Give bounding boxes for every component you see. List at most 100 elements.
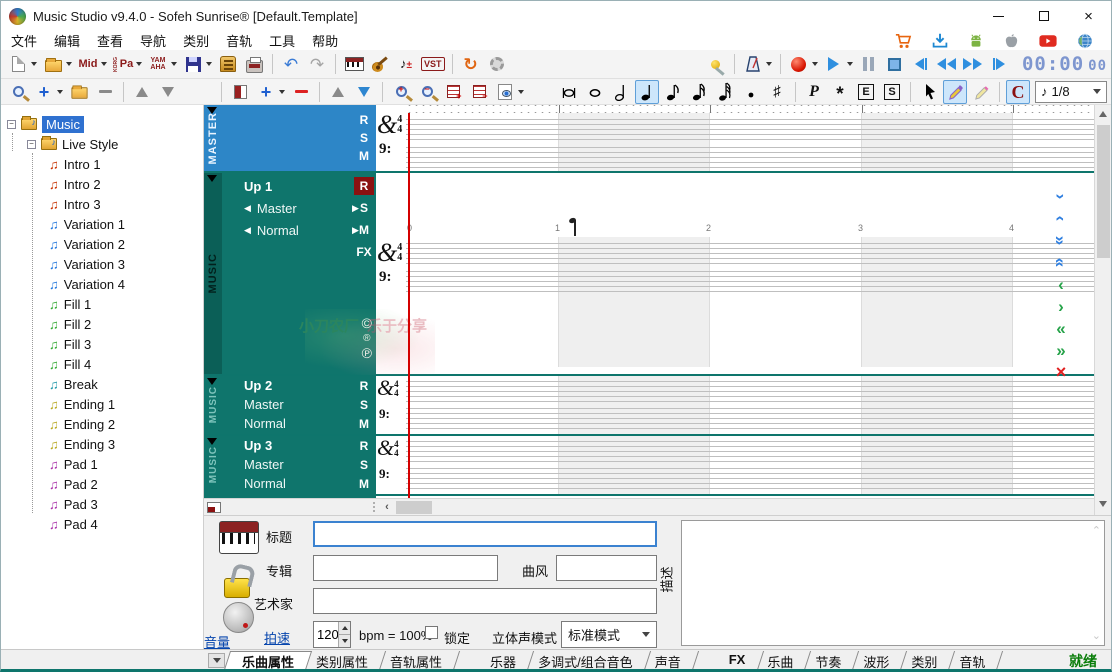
tempo-link[interactable]: 拍速 xyxy=(264,628,290,647)
add-category-button[interactable]: + xyxy=(32,80,56,104)
tab-track[interactable]: 音轨 xyxy=(948,650,996,670)
nav-top-button[interactable]: » xyxy=(1056,229,1065,251)
tree-item-variation-2[interactable]: ♫Variation 2 xyxy=(7,234,203,254)
menu-edit[interactable]: 编辑 xyxy=(54,31,80,50)
note-whole-button[interactable] xyxy=(583,80,607,104)
new-file-button[interactable] xyxy=(6,52,30,76)
up1-mute-button[interactable]: M xyxy=(354,221,374,239)
tree-item-intro-2[interactable]: ♫Intro 2 xyxy=(7,174,203,194)
master-track-header[interactable]: MASTER R S M xyxy=(204,105,376,171)
search-button[interactable] xyxy=(6,80,30,104)
note-half-button[interactable] xyxy=(609,80,633,104)
tempo-input[interactable] xyxy=(314,622,338,647)
up2-solo-button[interactable]: S xyxy=(354,396,374,414)
nav-start-button[interactable]: « xyxy=(1056,317,1065,339)
snap-magnet-button[interactable]: C xyxy=(1006,80,1030,104)
snap-value-combo[interactable]: ♪ 1/8 xyxy=(1035,81,1107,103)
mode-selector[interactable]: Normal xyxy=(244,416,286,431)
master-solo-button[interactable]: S xyxy=(354,129,374,147)
play-button[interactable] xyxy=(822,52,846,76)
menu-category[interactable]: 类别 xyxy=(183,31,209,50)
stereo-mode-combo[interactable]: 标准模式 xyxy=(561,621,657,648)
import-korg-button[interactable]: KORGPa xyxy=(111,52,135,76)
save-button[interactable] xyxy=(181,52,205,76)
arrow-left-icon[interactable]: ◀ xyxy=(244,203,251,214)
note-sixteenth-button[interactable] xyxy=(687,80,711,104)
tree-item-fill-3[interactable]: ♫Fill 3 xyxy=(7,334,203,354)
playhead[interactable] xyxy=(408,113,410,498)
stop-button[interactable] xyxy=(883,52,907,76)
import-korg-dropdown[interactable] xyxy=(136,62,142,66)
redo-button[interactable]: ↷ xyxy=(305,52,329,76)
tree-item-intro-1[interactable]: ♫Intro 1 xyxy=(7,154,203,174)
track-name[interactable]: Up 1 xyxy=(244,179,272,194)
keyboard-button[interactable] xyxy=(342,52,366,76)
collapse-icon[interactable]: − xyxy=(7,120,16,129)
scroll-thumb[interactable] xyxy=(1097,125,1110,258)
tree-item-variation-4[interactable]: ♫Variation 4 xyxy=(7,274,203,294)
apple-icon[interactable] xyxy=(1004,33,1019,49)
maximize-button[interactable] xyxy=(1021,1,1066,31)
nav-left-button[interactable]: ‹ xyxy=(1058,273,1064,295)
play-dropdown[interactable] xyxy=(847,62,853,66)
note-thirtysecond-button[interactable] xyxy=(713,80,737,104)
instrument-icon[interactable] xyxy=(219,521,259,554)
close-button[interactable]: × xyxy=(1066,1,1111,31)
tab-track-properties[interactable]: 音轨属性 xyxy=(379,650,453,670)
delete-button[interactable]: × xyxy=(1056,361,1067,383)
master-staff-zone[interactable] xyxy=(406,113,1096,171)
tab-category-properties[interactable]: 类别属性 xyxy=(305,650,379,670)
refresh-button[interactable]: ↻ xyxy=(459,52,483,76)
mode-selector[interactable]: ◀Normal▶ xyxy=(244,223,299,238)
up2-track-header[interactable]: MUSIC Up 2 Master Normal R S M xyxy=(204,376,376,434)
remove-track-button[interactable] xyxy=(289,80,313,104)
track-name[interactable]: Up 3 xyxy=(244,438,272,453)
android-icon[interactable] xyxy=(968,33,984,49)
volume-knob[interactable] xyxy=(223,602,254,633)
lock-checkbox[interactable] xyxy=(425,626,438,639)
nav-down-button[interactable]: ‹ xyxy=(1058,207,1064,229)
tree-item-ending-1[interactable]: ♫Ending 1 xyxy=(7,394,203,414)
up3-record-button[interactable]: R xyxy=(354,437,374,455)
new-file-dropdown[interactable] xyxy=(31,62,37,66)
save-dropdown[interactable] xyxy=(206,62,212,66)
import-midi-dropdown[interactable] xyxy=(101,62,107,66)
scroll-down-icon[interactable]: ⌄ xyxy=(1092,629,1101,642)
step-back-button[interactable] xyxy=(909,52,933,76)
tree-group-live-style[interactable]: − Live Style xyxy=(7,134,203,154)
scroll-left-arrow[interactable]: ‹ xyxy=(380,501,394,514)
note-quarter-button[interactable] xyxy=(635,80,659,104)
download-icon[interactable] xyxy=(932,33,948,49)
move-up-button[interactable] xyxy=(130,80,154,104)
record-button[interactable] xyxy=(787,52,811,76)
collapse-track-icon[interactable] xyxy=(207,175,217,182)
collapse-track-icon[interactable] xyxy=(207,107,217,114)
globe-icon[interactable] xyxy=(1077,33,1093,49)
tree-item-pad-1[interactable]: ♫Pad 1 xyxy=(7,454,203,474)
note-eighth-button[interactable] xyxy=(661,80,685,104)
unlocked-padlock-icon[interactable] xyxy=(224,578,250,598)
settings-button[interactable] xyxy=(485,52,509,76)
pedal-button[interactable]: P xyxy=(802,80,826,104)
scroll-down-arrow[interactable] xyxy=(1099,501,1107,507)
menu-file[interactable]: 文件 xyxy=(11,31,37,50)
title-bar[interactable]: Music Studio v9.4.0 - Sofeh Sunrise® [De… xyxy=(1,1,1111,31)
splitter-grip[interactable] xyxy=(372,501,377,514)
up1-track-header[interactable]: MUSIC Up 1 ◀Master▶ ◀Normal▶ R S M FX © … xyxy=(204,173,376,374)
fast-forward-button[interactable] xyxy=(961,52,985,76)
nav-up-button[interactable]: › xyxy=(1058,185,1064,207)
microphone-button[interactable] xyxy=(704,52,728,76)
minimize-button[interactable] xyxy=(976,1,1021,31)
eraser-tool-button[interactable] xyxy=(969,80,993,104)
bus-selector[interactable]: ◀Master▶ xyxy=(244,201,297,216)
transpose-button[interactable]: ♪± xyxy=(394,52,418,76)
mode-selector[interactable]: Normal xyxy=(244,476,286,491)
print-button[interactable] xyxy=(242,52,266,76)
up1-record-button[interactable]: R xyxy=(354,177,374,195)
scroll-thumb[interactable] xyxy=(396,501,432,514)
menu-navigate[interactable]: 导航 xyxy=(140,31,166,50)
tab-multimode[interactable]: 多调式/组合音色 xyxy=(527,650,644,670)
tree-item-pad-2[interactable]: ♫Pad 2 xyxy=(7,474,203,494)
track-down-button[interactable] xyxy=(352,80,376,104)
master-strip[interactable]: MASTER xyxy=(204,105,222,171)
